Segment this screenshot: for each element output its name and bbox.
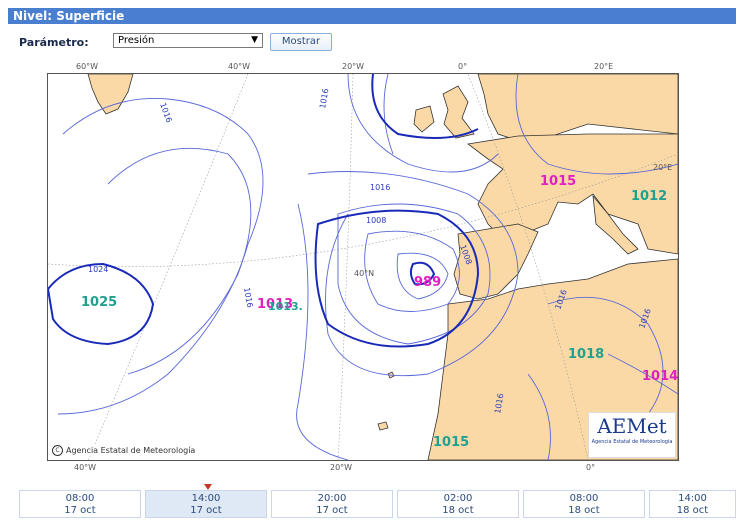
copyright-icon: C (52, 445, 63, 456)
parameter-select[interactable]: Presión ▼ (113, 33, 263, 48)
timeline: 08:00 17 oct 14:00 17 oct 20:00 17 oct 0… (19, 490, 736, 520)
lat-label-right: 20°E (653, 163, 672, 172)
land-britain (442, 85, 475, 139)
time-slot-time: 14:00 (191, 493, 221, 504)
time-slot-5[interactable]: 14:00 18 oct (649, 490, 736, 518)
page-header: Nivel: Superficie (8, 8, 736, 24)
attribution-text: Agencia Estatal de Meteorología (66, 446, 196, 455)
land-ireland (413, 105, 435, 133)
time-slot-3[interactable]: 02:00 18 oct (397, 490, 519, 518)
time-slot-2[interactable]: 20:00 17 oct (271, 490, 393, 518)
weather-map[interactable]: 1016 1016 1016 1008 1008 1024 1016 1016 … (47, 73, 679, 461)
time-slot-1[interactable]: 14:00 17 oct (145, 490, 267, 518)
high-center-4: 1012 (631, 189, 667, 204)
isobar-label-3: 1016 (370, 183, 390, 192)
time-slot-time: 02:00 (443, 493, 473, 504)
isobar-label-1: 1016 (158, 102, 173, 124)
aemet-logo: AEMet Agencia Estatal de Meteorología (588, 412, 676, 458)
lon-label-bottom-0: 40°W (74, 463, 97, 472)
land-canaries (377, 421, 389, 431)
time-slot-time: 08:00 (65, 493, 95, 504)
lon-label-bottom-2: 0° (586, 463, 596, 472)
low-center-4: 1014 (642, 369, 678, 384)
attribution: C Agencia Estatal de Meteorología (52, 445, 196, 456)
chevron-down-icon: ▼ (251, 35, 258, 45)
time-slot-4[interactable]: 08:00 18 oct (523, 490, 645, 518)
time-slot-time: 08:00 (569, 493, 599, 504)
weather-map-svg: 1016 1016 1016 1008 1008 1024 1016 1016 … (48, 74, 678, 460)
high-center-1: 1025 (81, 295, 117, 310)
isobar-label-2: 1016 (318, 88, 330, 110)
time-slot-date: 18 oct (568, 505, 600, 516)
high-center-2: 1018 (568, 347, 604, 362)
aemet-logo-sub: Agencia Estatal de Meteorología (591, 439, 673, 445)
isobar-label-7: 1016 (242, 287, 254, 309)
land-scandinavia (477, 74, 678, 145)
low-center-1: 989 (414, 275, 441, 290)
time-slot-date: 17 oct (190, 505, 222, 516)
show-button[interactable]: Mostrar (270, 33, 332, 51)
misc-center: 1013. (268, 300, 303, 313)
time-slot-date: 18 oct (442, 505, 474, 516)
lon-label-top-2: 20°W (342, 62, 365, 71)
time-slot-time: 20:00 (317, 493, 347, 504)
lon-label-top-1: 40°W (228, 62, 251, 71)
lon-label-top-4: 20°E (594, 62, 614, 71)
lon-label-top-0: 60°W (76, 62, 99, 71)
time-slot-date: 17 oct (316, 505, 348, 516)
lon-label-bottom-1: 20°W (330, 463, 353, 472)
time-slot-date: 18 oct (676, 505, 709, 516)
time-slot-0[interactable]: 08:00 17 oct (19, 490, 141, 518)
lat-label-inner: 40°N (354, 269, 374, 278)
lon-label-top-3: 0° (458, 62, 468, 71)
land-layer (87, 74, 678, 460)
land-greenland (87, 74, 134, 115)
isobar-label-4: 1008 (366, 216, 386, 225)
time-slot-date: 17 oct (64, 505, 96, 516)
aemet-logo-word: AEMet (597, 414, 667, 438)
isobar-label-6: 1024 (88, 265, 108, 274)
time-slot-time: 14:00 (678, 493, 707, 504)
parameter-select-value: Presión (118, 35, 155, 46)
parameter-label: Parámetro: (19, 36, 89, 49)
low-center-3: 1015 (540, 174, 576, 189)
high-center-3: 1015 (433, 435, 469, 450)
